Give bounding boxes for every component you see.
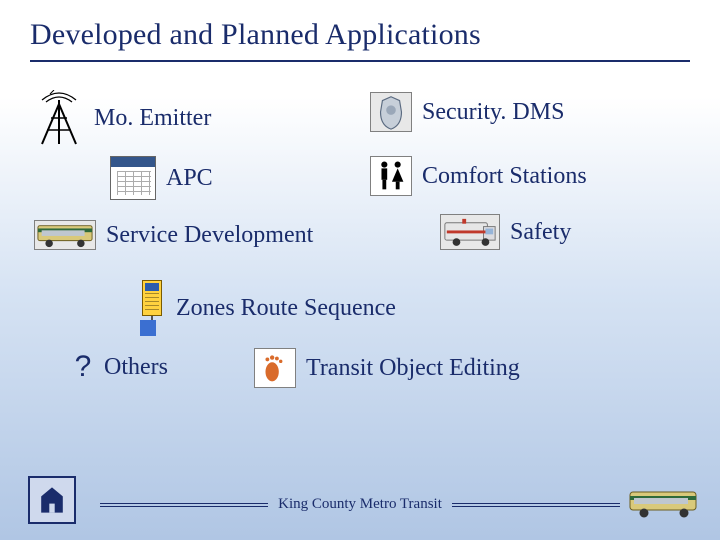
footer-rule-right <box>452 503 620 507</box>
label-mo-emitter: Mo. Emitter <box>94 105 211 132</box>
bus-icon <box>34 220 96 250</box>
label-zones: Zones Route Sequence <box>176 295 396 322</box>
item-mo-emitter: Mo. Emitter <box>34 90 211 146</box>
footprint-icon <box>254 348 296 388</box>
footer-line: King County Metro Transit <box>100 496 620 513</box>
police-badge-icon <box>370 92 412 132</box>
ambulance-van-icon <box>440 214 500 250</box>
restroom-icon <box>370 156 412 196</box>
label-service-dev: Service Development <box>106 222 313 249</box>
item-apc: APC <box>110 156 213 200</box>
item-service-development: Service Development <box>34 220 313 250</box>
item-safety: Safety <box>440 214 571 250</box>
label-apc: APC <box>166 165 213 192</box>
tally-sheet-icon <box>110 156 156 200</box>
bus-stop-sign-icon <box>138 280 166 336</box>
footer-bus-icon <box>628 486 700 520</box>
slide-title: Developed and Planned Applications <box>0 0 720 56</box>
label-comfort: Comfort Stations <box>422 163 587 190</box>
content-area: Mo. Emitter Security. DMS APC Comfort St… <box>0 62 720 462</box>
footer: King County Metro Transit <box>0 478 720 526</box>
label-others: Others <box>104 354 168 381</box>
label-security-dms: Security. DMS <box>422 99 564 126</box>
footer-org: King County Metro Transit <box>278 496 442 513</box>
item-zones: Zones Route Sequence <box>138 280 396 336</box>
item-transit-object-editing: Transit Object Editing <box>254 348 520 388</box>
label-toe: Transit Object Editing <box>306 355 520 382</box>
radio-tower-icon <box>34 90 84 146</box>
footer-rule-left <box>100 503 268 507</box>
item-comfort-stations: Comfort Stations <box>370 156 587 196</box>
item-others: ? Others <box>72 350 168 384</box>
item-security-dms: Security. DMS <box>370 92 564 132</box>
label-safety: Safety <box>510 219 571 246</box>
question-mark-icon: ? <box>72 350 94 384</box>
footer-logo-icon <box>28 476 76 524</box>
